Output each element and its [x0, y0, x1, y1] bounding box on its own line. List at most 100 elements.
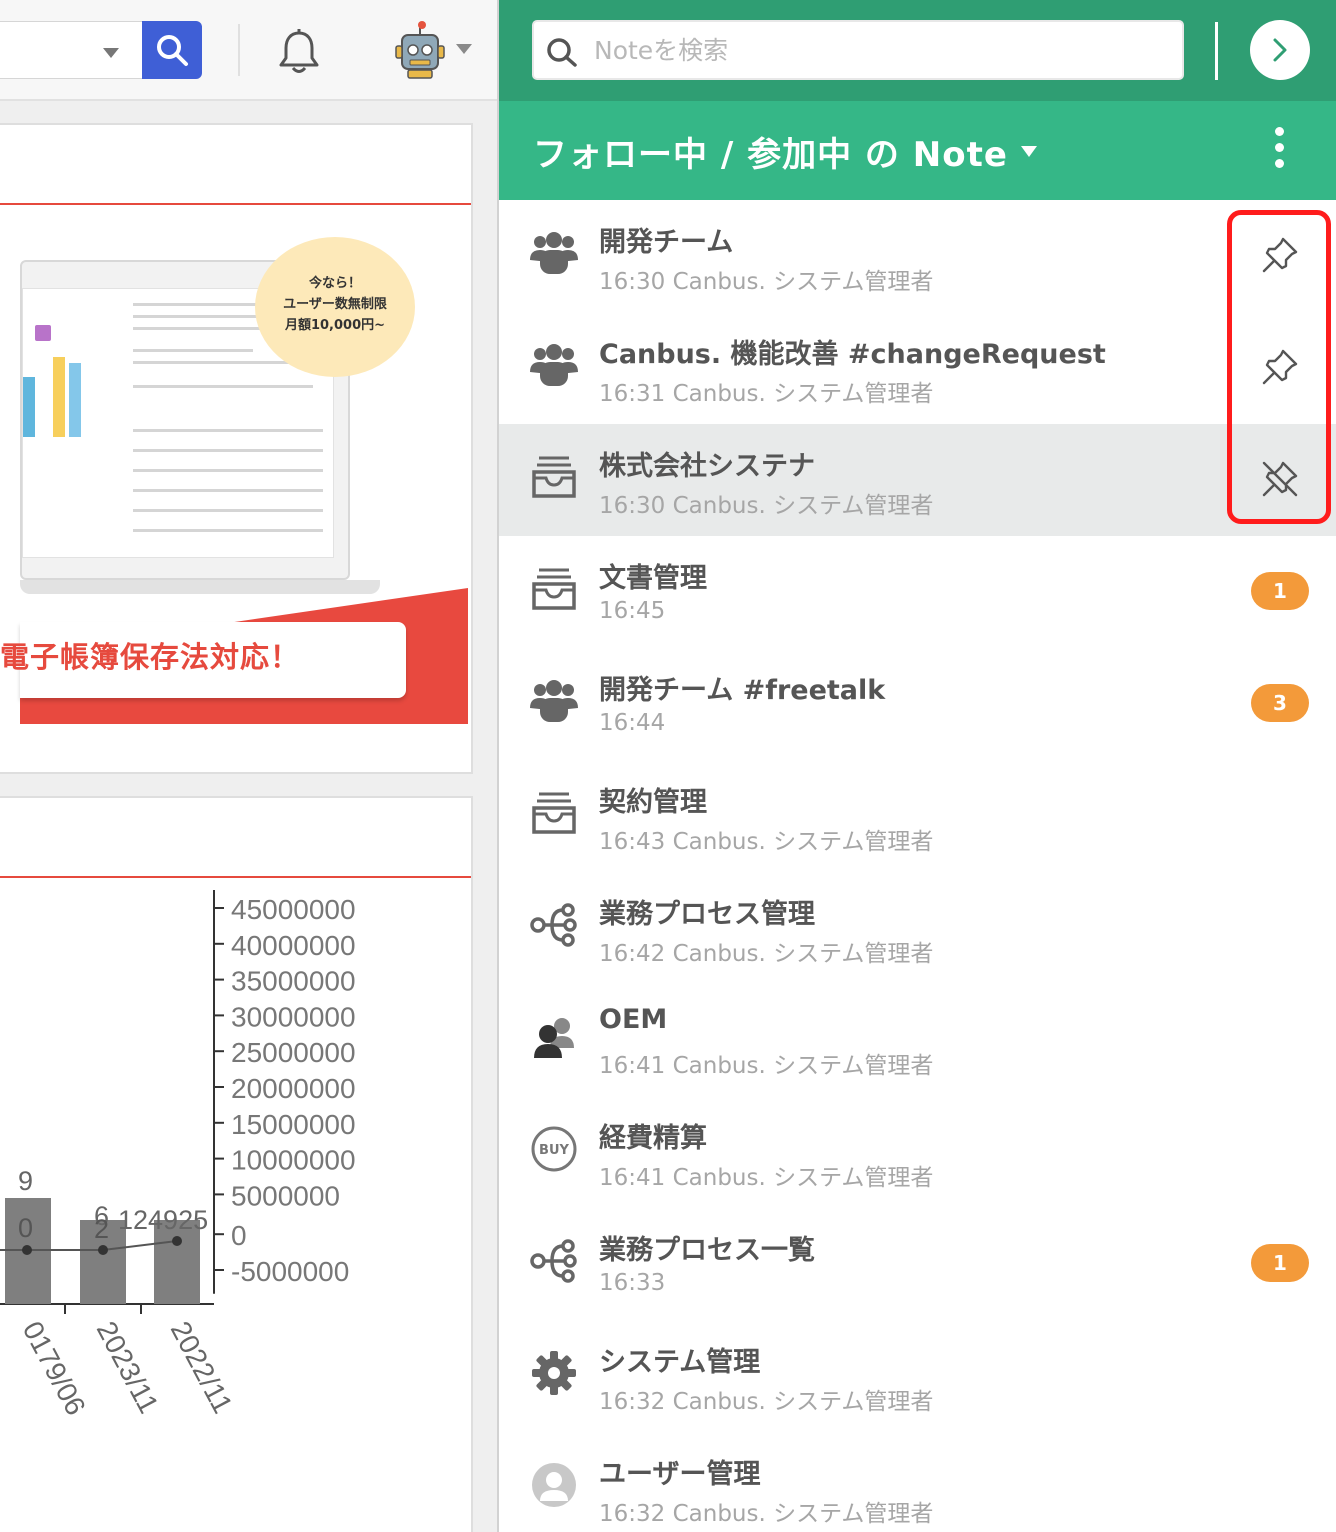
note-name: ユーザー管理 — [599, 1459, 761, 1490]
note-name: 契約管理 — [599, 787, 707, 818]
note-meta: 16:45 — [599, 598, 666, 624]
search-scope-select[interactable] — [0, 21, 142, 79]
y-axis-tick-label: 0 — [231, 1220, 247, 1251]
note-meta: 16:41 Canbus. システム管理者 — [599, 1053, 934, 1079]
note-list: 開発チーム 16:30 Canbus. システム管理者 Canbus. 機能改善 #… — [499, 200, 1336, 1532]
user-avatar-icon — [529, 1460, 579, 1510]
note-list-item[interactable]: 業務プロセス一覧 16:33 1 — [499, 1208, 1336, 1320]
note-search-box[interactable] — [532, 20, 1184, 80]
promo-badge-line2: ユーザー数無制限 — [283, 297, 387, 312]
x-axis-category-label: 2022/11 — [165, 1316, 239, 1418]
note-name: 開発チーム — [599, 227, 734, 258]
background-app: 今なら！ ユーザー数無制限 月額10,000円~ 電子帳簿保存法対応！ 4500… — [0, 0, 497, 1532]
note-name: OEM — [599, 1004, 668, 1035]
note-meta: 16:33 — [599, 1270, 666, 1296]
note-list-item[interactable]: 契約管理 16:43 Canbus. システム管理者 — [499, 760, 1336, 872]
note-list-item[interactable]: Canbus. 機能改善 #changeRequest 16:31 Canbus.… — [499, 312, 1336, 424]
note-name: 株式会社システナ — [599, 451, 815, 482]
chevron-right-icon — [1273, 38, 1287, 62]
robot-avatar-icon[interactable] — [392, 20, 448, 80]
y-axis-tick-label: 15000000 — [231, 1109, 356, 1140]
workflow-icon — [529, 900, 579, 950]
chart-line-point — [22, 1245, 32, 1255]
note-meta: 16:41 Canbus. システム管理者 — [599, 1165, 934, 1191]
note-list-item[interactable]: 開発チーム #freetalk 16:44 3 — [499, 648, 1336, 760]
note-filter-title[interactable]: フォロー中 / 参加中 の Note — [533, 127, 1008, 176]
bell-icon[interactable] — [276, 28, 322, 76]
chart-line-point — [98, 1245, 108, 1255]
note-list-item[interactable]: システム管理 16:32 Canbus. システム管理者 — [499, 1320, 1336, 1432]
annotation-highlight — [1227, 210, 1331, 524]
note-meta: 16:42 Canbus. システム管理者 — [599, 941, 934, 967]
group-icon — [529, 676, 579, 726]
partner-users-icon — [529, 1012, 579, 1062]
chart-line-point — [172, 1236, 182, 1246]
inbox-tray-icon — [529, 452, 579, 502]
bar-line-chart: 4500000040000000350000003000000025000000… — [0, 890, 356, 1420]
search-button[interactable] — [142, 21, 202, 79]
note-meta: 16:43 Canbus. システム管理者 — [599, 829, 934, 855]
bar-data-label: 9 — [18, 1166, 33, 1196]
promo-ribbon-card: 電子帳簿保存法対応！ — [0, 622, 406, 698]
note-meta: 16:30 Canbus. システム管理者 — [599, 493, 934, 519]
app-top-bar — [0, 0, 497, 101]
y-axis-tick-label: 5000000 — [231, 1180, 340, 1211]
note-list-item[interactable]: 開発チーム 16:30 Canbus. システム管理者 — [499, 200, 1336, 312]
y-axis-tick-label: 35000000 — [231, 966, 356, 997]
note-search-input[interactable] — [594, 28, 1174, 72]
y-axis-tick-label: -5000000 — [231, 1256, 349, 1287]
note-name: 開発チーム #freetalk — [599, 675, 886, 706]
y-axis-tick-label: 10000000 — [231, 1145, 356, 1176]
note-name: 業務プロセス管理 — [599, 899, 815, 930]
search-icon — [157, 35, 188, 66]
chevron-down-icon — [103, 48, 119, 58]
y-axis-tick-label: 30000000 — [231, 1001, 356, 1032]
svg-text:BUY: BUY — [539, 1143, 569, 1158]
inbox-tray-icon — [529, 788, 579, 838]
promo-badge-line1: 今なら！ — [308, 276, 361, 291]
note-list-item[interactable]: OEM 16:41 Canbus. システム管理者 — [499, 984, 1336, 1096]
unread-count-badge: 1 — [1251, 1244, 1309, 1282]
gear-icon — [529, 1348, 579, 1398]
inbox-tray-icon — [529, 564, 579, 614]
note-list-item[interactable]: 株式会社システナ 16:30 Canbus. システム管理者 — [499, 424, 1336, 536]
note-list-item[interactable]: BUY 経費精算 16:41 Canbus. システム管理者 — [499, 1096, 1336, 1208]
chevron-down-icon[interactable] — [456, 44, 472, 54]
y-axis-tick-label: 25000000 — [231, 1037, 356, 1068]
note-list-item[interactable]: 文書管理 16:45 1 — [499, 536, 1336, 648]
promo-banner[interactable]: 今なら！ ユーザー数無制限 月額10,000円~ 電子帳簿保存法対応！ — [0, 230, 468, 724]
note-list-item[interactable]: 業務プロセス管理 16:42 Canbus. システム管理者 — [499, 872, 1336, 984]
y-axis-tick-label: 45000000 — [231, 894, 356, 925]
note-name: 業務プロセス一覧 — [599, 1235, 815, 1266]
note-meta: 16:30 Canbus. システム管理者 — [599, 269, 934, 295]
unread-count-badge: 3 — [1251, 684, 1309, 722]
x-axis-category-label: 0179/06 — [17, 1316, 92, 1420]
promo-badge: 今なら！ ユーザー数無制限 月額10,000円~ — [255, 237, 415, 377]
card-divider — [0, 876, 471, 878]
note-name: 文書管理 — [599, 563, 707, 594]
group-icon — [529, 228, 579, 278]
collapse-panel-button[interactable] — [1250, 20, 1310, 80]
promo-badge-line3: 月額10,000円~ — [284, 318, 386, 333]
note-meta: 16:32 Canbus. システム管理者 — [599, 1389, 934, 1415]
card-divider — [0, 203, 471, 205]
y-axis-tick-label: 20000000 — [231, 1073, 356, 1104]
line-data-label: 0 — [18, 1213, 33, 1243]
chevron-down-icon[interactable] — [1021, 146, 1037, 157]
promo-ribbon-text: 電子帳簿保存法対応！ — [0, 640, 301, 674]
x-axis-category-label: 2023/11 — [91, 1316, 165, 1418]
buy-icon: BUY — [529, 1124, 579, 1174]
line-data-label: 2 — [94, 1214, 109, 1244]
note-meta: 16:44 — [599, 710, 666, 736]
search-icon — [547, 38, 577, 67]
workflow-icon — [529, 1236, 579, 1286]
note-list-item[interactable]: ユーザー管理 16:32 Canbus. システム管理者 — [499, 1432, 1336, 1532]
note-name: 経費精算 — [599, 1123, 707, 1154]
note-meta: 16:32 Canbus. システム管理者 — [599, 1501, 934, 1527]
more-menu-icon[interactable] — [1269, 127, 1289, 175]
note-panel-header — [499, 0, 1336, 101]
bar-data-label: 124925 — [118, 1205, 208, 1235]
laptop-base — [20, 580, 380, 594]
note-panel: フォロー中 / 参加中 の Note 開発チーム 16:30 Canbus. シス… — [497, 0, 1336, 1532]
note-filter-bar[interactable]: フォロー中 / 参加中 の Note — [499, 101, 1336, 200]
